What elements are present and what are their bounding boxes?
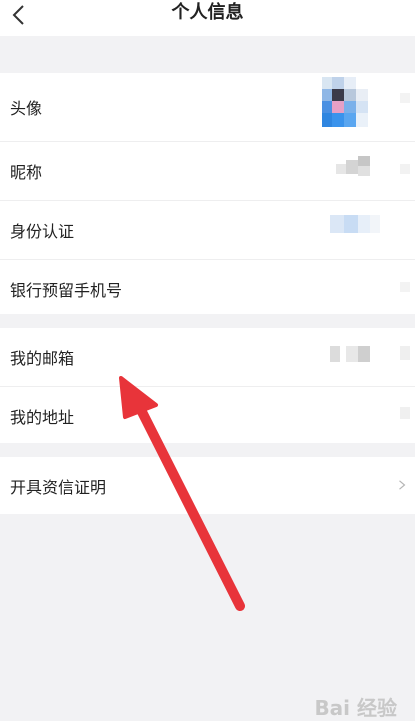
- watermark-logo: Bai 经验: [314, 696, 397, 720]
- list-row-address[interactable]: 我的地址: [0, 387, 415, 445]
- row-label: 开具资信证明: [10, 477, 107, 497]
- list-row-bank-phone[interactable]: 银行预留手机号: [0, 260, 415, 318]
- list-row-avatar[interactable]: 头像: [0, 73, 415, 142]
- page-title: 个人信息: [171, 2, 244, 23]
- row-label: 银行预留手机号: [10, 281, 123, 300]
- blurred-value: [310, 201, 415, 259]
- row-label: 昵称: [10, 163, 43, 182]
- chevron-right-icon: [399, 479, 406, 490]
- blurred-value: [310, 142, 415, 200]
- list-row-identity[interactable]: 身份认证: [0, 201, 415, 260]
- blurred-value: [310, 328, 415, 386]
- avatar: [310, 73, 415, 141]
- certificate-group: 开具资信证明: [0, 457, 415, 514]
- row-label: 我的地址: [10, 408, 75, 427]
- profile-basic-group: 头像 昵称 身份认证 银行预留手机号: [0, 73, 415, 314]
- blurred-value: [310, 260, 415, 318]
- list-row-nickname[interactable]: 昵称: [0, 142, 415, 201]
- row-label: 头像: [10, 99, 43, 118]
- blurred-value: [310, 387, 415, 445]
- row-label: 我的邮箱: [10, 349, 75, 368]
- list-row-email[interactable]: 我的邮箱: [0, 328, 415, 387]
- contact-group: 我的邮箱 我的地址: [0, 328, 415, 443]
- row-label: 身份认证: [10, 222, 75, 241]
- list-row-credit-certificate[interactable]: 开具资信证明: [0, 457, 415, 514]
- top-bar: 个人信息: [0, 0, 415, 36]
